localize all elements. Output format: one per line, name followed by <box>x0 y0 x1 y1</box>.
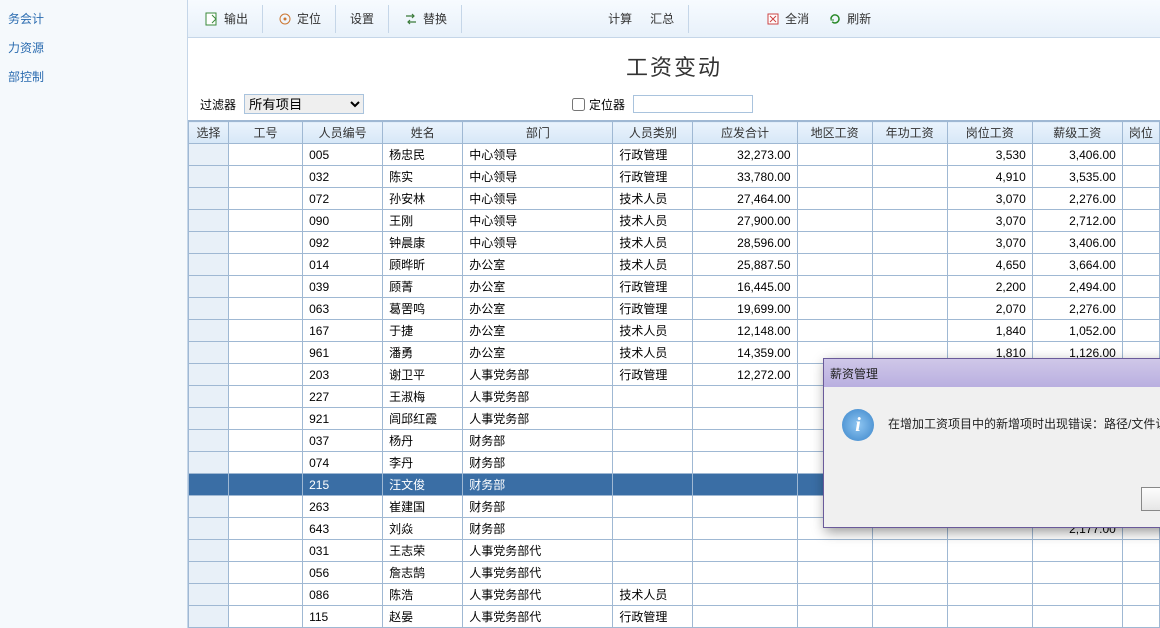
dialog-ok-button[interactable]: 确定 <box>1141 487 1160 511</box>
info-icon: i <box>842 409 874 441</box>
main: 输出 定位 设置 替换 计算 汇总 全消 <box>188 0 1160 628</box>
sidebar-item-control[interactable]: 部控制 <box>0 62 187 91</box>
dialog-titlebar[interactable]: 薪资管理 ✕ <box>824 359 1160 387</box>
dialog-message: 在增加工资项目中的新增项时出现错误：路径/文件访问错误 <box>888 409 1160 432</box>
sidebar: 务会计 力资源 部控制 <box>0 0 188 628</box>
sidebar-item-accounting[interactable]: 务会计 <box>0 4 187 33</box>
dialog-title-text: 薪资管理 <box>830 365 878 382</box>
dialog-mask: 薪资管理 ✕ i 在增加工资项目中的新增项时出现错误：路径/文件访问错误 确定 <box>188 0 1160 628</box>
error-dialog: 薪资管理 ✕ i 在增加工资项目中的新增项时出现错误：路径/文件访问错误 确定 <box>823 358 1160 528</box>
sidebar-item-hr[interactable]: 力资源 <box>0 33 187 62</box>
